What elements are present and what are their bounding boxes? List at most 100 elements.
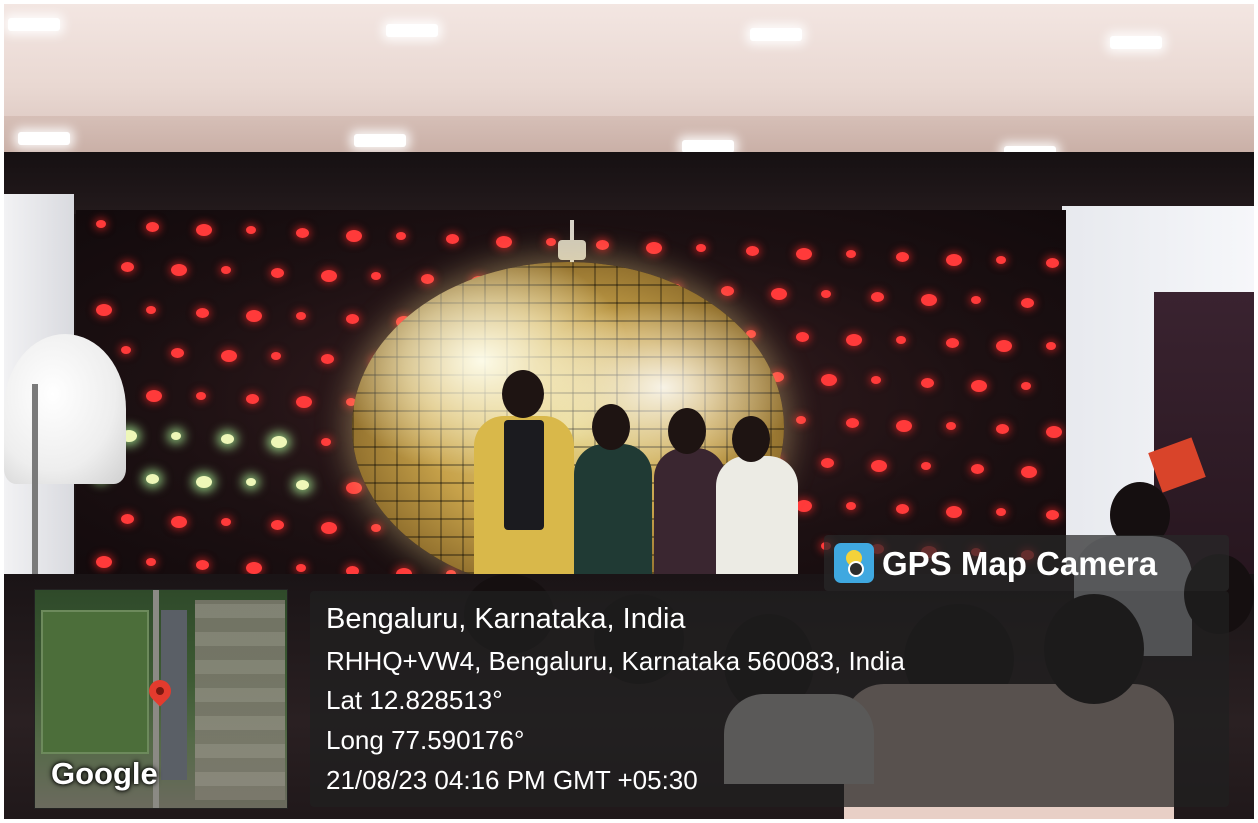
stage-light-dot bbox=[221, 350, 237, 362]
stage-light-dot bbox=[896, 420, 912, 432]
stage-light-dot bbox=[321, 270, 337, 282]
stage-light-dot bbox=[871, 292, 884, 302]
stage-light-dot bbox=[646, 242, 662, 254]
stage-light-dot bbox=[246, 226, 256, 234]
ceiling-light bbox=[354, 134, 406, 147]
stage-light-dot bbox=[121, 262, 134, 272]
stage-light-dot bbox=[171, 516, 187, 528]
stage-light-dot bbox=[796, 500, 812, 512]
stage-light-dot bbox=[346, 314, 359, 324]
stage-light-dot bbox=[971, 380, 987, 392]
stage-light-dot bbox=[146, 558, 156, 566]
stage-light-dot bbox=[921, 378, 934, 388]
stage-light-dot bbox=[996, 508, 1006, 516]
gps-map-camera-badge: GPS Map Camera bbox=[824, 535, 1229, 591]
stage-light-dot bbox=[221, 518, 231, 526]
stage-light-dot bbox=[896, 336, 906, 344]
stage-light-dot bbox=[421, 274, 434, 284]
stage-light-dot bbox=[121, 514, 134, 524]
stage-light-dot bbox=[996, 340, 1012, 352]
map-plots bbox=[195, 600, 285, 800]
stage-light-dot bbox=[821, 458, 834, 468]
stage-light-dot bbox=[1046, 510, 1059, 520]
stage-light-dot bbox=[271, 436, 287, 448]
stage-light-dot bbox=[1046, 258, 1059, 268]
stage-light-dot bbox=[146, 474, 159, 484]
stage-light-dot bbox=[271, 352, 281, 360]
stage-light-dot bbox=[171, 432, 181, 440]
stage-light-dot bbox=[296, 564, 306, 572]
stage-light-dot bbox=[846, 418, 859, 428]
stage-light-dot bbox=[321, 438, 331, 446]
stage-light-dot bbox=[721, 286, 734, 296]
stage-light-dot bbox=[1021, 298, 1034, 308]
stage-light-dot bbox=[196, 476, 212, 488]
stage-light-dot bbox=[246, 394, 259, 404]
location-info-panel: Bengaluru, Karnataka, India RHHQ+VW4, Be… bbox=[310, 591, 1229, 807]
stage-light-dot bbox=[446, 234, 459, 244]
stage-light-dot bbox=[1021, 466, 1037, 478]
stage-light-dot bbox=[871, 376, 881, 384]
screenshot: GPS Map Camera Google Bengaluru, Karnata… bbox=[0, 0, 1258, 823]
stage-light-dot bbox=[221, 266, 231, 274]
stage-light-dot bbox=[996, 256, 1006, 264]
stage-light-dot bbox=[271, 520, 284, 530]
stage-light-dot bbox=[346, 482, 362, 494]
stage-light-dot bbox=[171, 264, 187, 276]
stage-light-dot bbox=[196, 308, 209, 318]
ceiling-light bbox=[1110, 36, 1162, 49]
stage-light-dot bbox=[871, 460, 887, 472]
stage-light-dot bbox=[1046, 426, 1062, 438]
ceiling-light bbox=[8, 18, 60, 31]
map-field bbox=[41, 610, 149, 754]
datetime: 21/08/23 04:16 PM GMT +05:30 bbox=[326, 765, 698, 795]
stage-light-dot bbox=[796, 416, 806, 424]
stage-light-dot bbox=[196, 224, 212, 236]
stage-light-dot bbox=[946, 422, 956, 430]
ceiling-light bbox=[18, 132, 70, 145]
photo-umbrella bbox=[4, 334, 126, 484]
stage-light-dot bbox=[146, 390, 162, 402]
stage-light-dot bbox=[771, 288, 787, 300]
map-logo: Google bbox=[51, 756, 158, 791]
stage-light-dot bbox=[971, 296, 981, 304]
stage-light-dot bbox=[846, 334, 862, 346]
stage-light-dot bbox=[371, 272, 381, 280]
stage-light-dot bbox=[796, 248, 812, 260]
stage-light-dot bbox=[271, 268, 284, 278]
latitude: Lat 12.828513° bbox=[326, 685, 503, 715]
stage-light-dot bbox=[296, 228, 309, 238]
stage-light-dot bbox=[1046, 342, 1056, 350]
stage-light-dot bbox=[96, 304, 112, 316]
brand-label: GPS Map Camera bbox=[882, 545, 1158, 582]
stage-light-dot bbox=[321, 522, 337, 534]
stage-light-dot bbox=[246, 562, 262, 574]
ball-cap bbox=[558, 240, 586, 260]
stage-light-dot bbox=[996, 424, 1009, 434]
stage-light-dot bbox=[796, 332, 809, 342]
stage-light-dot bbox=[196, 392, 206, 400]
stage-light-dot bbox=[921, 462, 931, 470]
stage-light-dot bbox=[896, 504, 909, 514]
stage-light-dot bbox=[1021, 382, 1031, 390]
stage-light-dot bbox=[921, 294, 937, 306]
location-address: RHHQ+VW4, Bengaluru, Karnataka 560083, I… bbox=[326, 646, 905, 676]
ceiling-band bbox=[4, 116, 1254, 154]
map-thumbnail: Google bbox=[34, 589, 288, 809]
stage-light-dot bbox=[321, 354, 334, 364]
stage-light-dot bbox=[296, 396, 312, 408]
stage-light-dot bbox=[971, 464, 984, 474]
stage-light-dot bbox=[121, 346, 131, 354]
stage-light-dot bbox=[896, 252, 909, 262]
stage-light-dot bbox=[396, 232, 406, 240]
stage-light-dot bbox=[846, 502, 856, 510]
stage-light-dot bbox=[746, 246, 759, 256]
location-title: Bengaluru, Karnataka, India bbox=[326, 603, 686, 635]
stage-light-dot bbox=[96, 556, 112, 568]
event-photo: GPS Map Camera Google Bengaluru, Karnata… bbox=[4, 4, 1254, 819]
stage-light-dot bbox=[821, 290, 831, 298]
stage-light-dot bbox=[846, 250, 856, 258]
stage-light-dot bbox=[946, 506, 962, 518]
longitude: Long 77.590176° bbox=[326, 725, 525, 755]
stage-light-dot bbox=[171, 348, 184, 358]
